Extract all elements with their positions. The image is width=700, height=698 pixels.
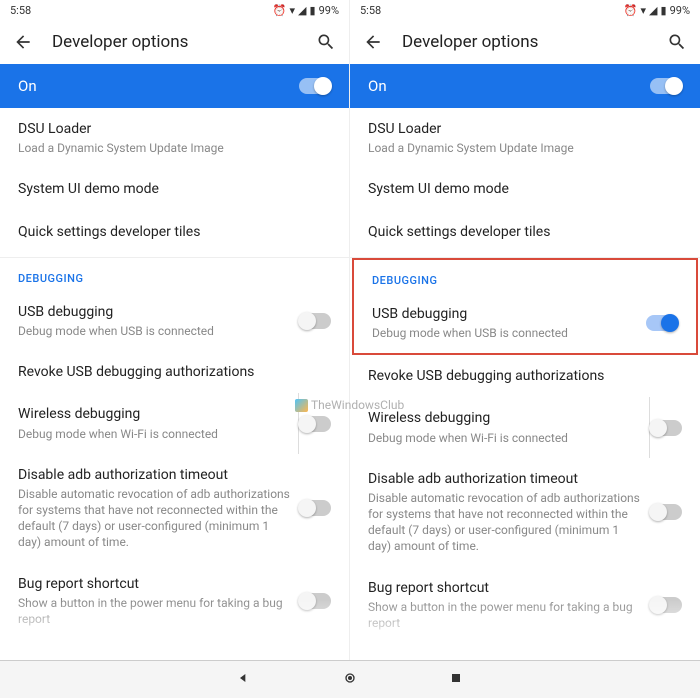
nav-home-icon[interactable]: [342, 670, 358, 690]
battery-text: 99%: [670, 4, 690, 17]
dsu-loader-item[interactable]: DSU Loader Load a Dynamic System Update …: [0, 108, 349, 168]
item-subtitle: Show a button in the power menu for taki…: [18, 595, 291, 627]
wireless-debugging-switch[interactable]: [299, 416, 331, 432]
item-subtitle: Load a Dynamic System Update Image: [368, 140, 674, 156]
signal-icon: ◢: [298, 4, 306, 17]
item-title: Revoke USB debugging authorizations: [18, 363, 323, 381]
item-title: Wireless debugging: [18, 405, 291, 423]
quick-settings-tiles-item[interactable]: Quick settings developer tiles: [350, 211, 700, 253]
item-title: Disable adb authorization timeout: [368, 470, 642, 488]
highlighted-debug-section: DEBUGGING USB debugging Debug mode when …: [352, 258, 698, 355]
item-title: DSU Loader: [368, 120, 674, 138]
signal-icon: ◢: [649, 4, 657, 17]
status-bar: 5:58 ⏰ ▾ ◢ ▮ 99%: [0, 0, 349, 20]
item-subtitle: Disable automatic revocation of adb auth…: [18, 486, 291, 551]
bug-report-switch[interactable]: [299, 593, 331, 609]
search-icon[interactable]: [666, 31, 688, 53]
bug-report-shortcut-item[interactable]: Bug report shortcut Show a button in the…: [0, 563, 349, 640]
dsu-loader-item[interactable]: DSU Loader Load a Dynamic System Update …: [350, 108, 700, 168]
item-title: Quick settings developer tiles: [18, 223, 323, 241]
battery-icon: ▮: [661, 4, 667, 17]
master-toggle-switch[interactable]: [650, 78, 682, 94]
section-header-debugging: DEBUGGING: [354, 260, 696, 293]
usb-debugging-switch[interactable]: [646, 315, 678, 331]
app-bar: Developer options: [0, 20, 349, 64]
item-title: System UI demo mode: [368, 180, 674, 198]
alarm-icon: ⏰: [273, 4, 287, 17]
search-icon[interactable]: [315, 31, 337, 53]
wifi-icon: ▾: [290, 4, 296, 17]
wireless-debugging-item[interactable]: Wireless debugging Debug mode when Wi-Fi…: [350, 397, 700, 457]
item-subtitle: Debug mode when USB is connected: [372, 325, 638, 341]
battery-text: 99%: [319, 4, 339, 17]
master-toggle-row[interactable]: On: [0, 64, 349, 108]
wireless-debugging-item[interactable]: Wireless debugging Debug mode when Wi-Fi…: [0, 393, 349, 453]
nav-bar: [0, 660, 700, 698]
item-subtitle: Disable automatic revocation of adb auth…: [368, 490, 642, 555]
nav-recent-icon[interactable]: [448, 670, 464, 690]
alarm-icon: ⏰: [624, 4, 638, 17]
page-title: Developer options: [402, 32, 648, 52]
bug-report-switch[interactable]: [650, 597, 682, 613]
item-title: USB debugging: [372, 305, 638, 323]
item-subtitle: Load a Dynamic System Update Image: [18, 140, 323, 156]
back-icon[interactable]: [362, 31, 384, 53]
item-title: DSU Loader: [18, 120, 323, 138]
wireless-debugging-switch[interactable]: [650, 420, 682, 436]
section-header-debugging: DEBUGGING: [0, 258, 349, 291]
system-ui-demo-item[interactable]: System UI demo mode: [0, 168, 349, 210]
item-title: Bug report shortcut: [18, 575, 291, 593]
back-icon[interactable]: [12, 31, 34, 53]
item-title: Revoke USB debugging authorizations: [368, 367, 674, 385]
status-bar: 5:58 ⏰ ▾ ◢ ▮ 99%: [350, 0, 700, 20]
usb-debugging-item[interactable]: USB debugging Debug mode when USB is con…: [0, 291, 349, 351]
disable-adb-timeout-item[interactable]: Disable adb authorization timeout Disabl…: [0, 454, 349, 563]
disable-adb-timeout-item[interactable]: Disable adb authorization timeout Disabl…: [350, 458, 700, 567]
item-subtitle: Debug mode when Wi-Fi is connected: [368, 430, 642, 446]
revoke-usb-item[interactable]: Revoke USB debugging authorizations: [0, 351, 349, 393]
master-toggle-row[interactable]: On: [350, 64, 700, 108]
battery-icon: ▮: [310, 4, 316, 17]
item-title: Disable adb authorization timeout: [18, 466, 291, 484]
item-title: USB debugging: [18, 303, 291, 321]
item-subtitle: Debug mode when Wi-Fi is connected: [18, 426, 291, 442]
verbose-logging-item[interactable]: Enable verbose vendor logging: [350, 643, 700, 660]
quick-settings-tiles-item[interactable]: Quick settings developer tiles: [0, 211, 349, 253]
status-time: 5:58: [360, 4, 381, 17]
disable-adb-switch[interactable]: [299, 500, 331, 516]
wifi-icon: ▾: [641, 4, 647, 17]
revoke-usb-item[interactable]: Revoke USB debugging authorizations: [350, 355, 700, 397]
nav-back-icon[interactable]: [236, 670, 252, 690]
item-title: Quick settings developer tiles: [368, 223, 674, 241]
item-subtitle: Show a button in the power menu for taki…: [368, 599, 642, 631]
item-title: Enable verbose vendor logging: [18, 651, 323, 660]
disable-adb-switch[interactable]: [650, 504, 682, 520]
usb-debugging-switch[interactable]: [299, 313, 331, 329]
master-toggle-label: On: [18, 77, 299, 95]
item-title: Wireless debugging: [368, 409, 642, 427]
status-time: 5:58: [10, 4, 31, 17]
app-bar: Developer options: [350, 20, 700, 64]
master-toggle-switch[interactable]: [299, 78, 331, 94]
verbose-logging-item[interactable]: Enable verbose vendor logging: [0, 639, 349, 660]
usb-debugging-item[interactable]: USB debugging Debug mode when USB is con…: [354, 293, 696, 353]
system-ui-demo-item[interactable]: System UI demo mode: [350, 168, 700, 210]
item-title: Bug report shortcut: [368, 579, 642, 597]
item-subtitle: Debug mode when USB is connected: [18, 323, 291, 339]
item-title: System UI demo mode: [18, 180, 323, 198]
bug-report-shortcut-item[interactable]: Bug report shortcut Show a button in the…: [350, 567, 700, 644]
master-toggle-label: On: [368, 77, 650, 95]
page-title: Developer options: [52, 32, 297, 52]
